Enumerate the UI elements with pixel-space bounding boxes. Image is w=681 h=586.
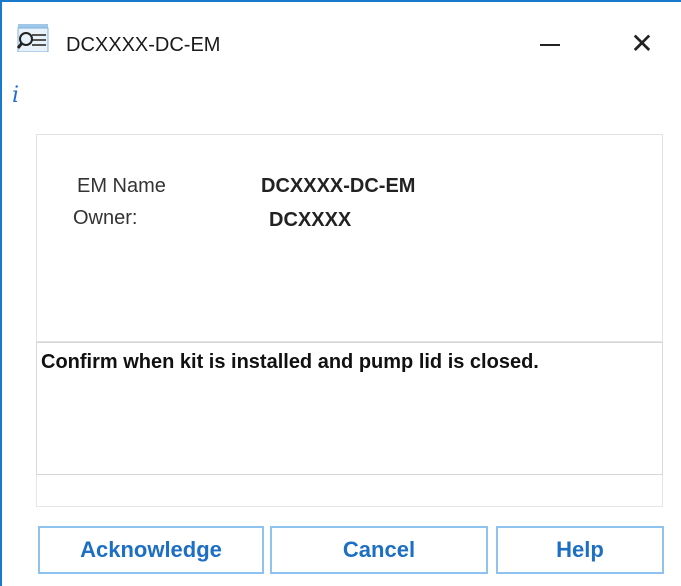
window-title: DCXXXX-DC-EM: [66, 34, 221, 56]
em-name-label: EM Name: [77, 175, 166, 197]
owner-value: DCXXXX: [269, 209, 352, 231]
info-icon[interactable]: i: [12, 84, 19, 108]
owner-label: Owner:: [73, 207, 138, 229]
close-button[interactable]: ✕: [622, 26, 662, 62]
em-info-panel: EM Name DCXXXX-DC-EM Owner: DCXXXX: [36, 134, 663, 342]
dialog-window: DCXXXX-DC-EM ✕ i EM Name DCXXXX-DC-EM Ow…: [0, 0, 681, 586]
close-icon: ✕: [630, 28, 654, 59]
search-document-icon: [16, 24, 49, 52]
cancel-button[interactable]: Cancel: [270, 526, 488, 574]
confirmation-message: Confirm when kit is installed and pump l…: [41, 351, 539, 373]
status-strip: [36, 475, 663, 507]
title-bar[interactable]: DCXXXX-DC-EM ✕: [2, 2, 681, 59]
em-name-value: DCXXXX-DC-EM: [261, 175, 416, 197]
minimize-button[interactable]: [530, 28, 570, 60]
acknowledge-button[interactable]: Acknowledge: [38, 526, 264, 574]
help-button[interactable]: Help: [496, 526, 664, 574]
message-box: Confirm when kit is installed and pump l…: [36, 342, 663, 475]
